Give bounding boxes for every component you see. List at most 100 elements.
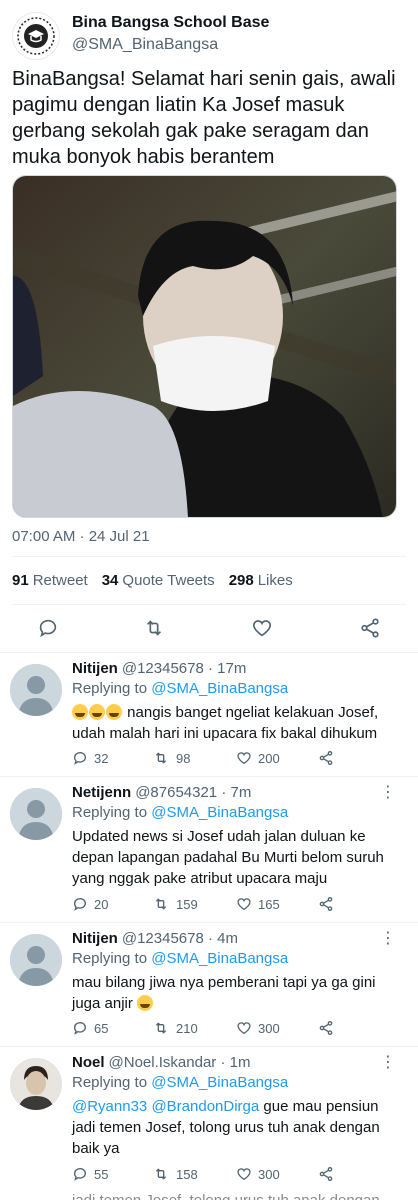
tweet-stats: 91 Retweet 34 Quote Tweets 298 Likes: [12, 572, 293, 589]
more-icon[interactable]: ⋮: [380, 782, 396, 802]
reply-share-button[interactable]: [318, 1166, 334, 1182]
reply-icon: [73, 1168, 86, 1181]
author-handle[interactable]: @SMA_BinaBangsa: [72, 36, 218, 54]
reply-icon: [73, 1022, 86, 1035]
reply-actions: 32 98 200: [72, 750, 352, 770]
reply-share-button[interactable]: [318, 1020, 334, 1036]
reply-share-button[interactable]: [318, 896, 334, 912]
reply-author-name[interactable]: Nitijen: [72, 660, 118, 677]
mention-link[interactable]: @Ryann33: [72, 1098, 147, 1115]
avatar[interactable]: [10, 1058, 62, 1110]
tweet-actions: [0, 614, 418, 644]
reply-body: mau bilang jiwa nya pemberani tapi ya ga…: [72, 972, 392, 1014]
reply-time: · 7m: [221, 784, 252, 801]
reply-time: · 4m: [207, 930, 238, 947]
reply-retweet-button[interactable]: 98: [152, 750, 190, 766]
replying-to-link[interactable]: @SMA_BinaBangsa: [151, 804, 288, 821]
reply-reply-button[interactable]: 65: [72, 1020, 108, 1036]
reply-like-button[interactable]: 300: [236, 1166, 280, 1182]
retweet-icon: [155, 1022, 167, 1034]
reply-icon: [73, 898, 86, 911]
tweet-body: BinaBangsa! Selamat hari senin gais, awa…: [12, 68, 396, 168]
reply-retweet-button[interactable]: 158: [152, 1166, 198, 1182]
author-name[interactable]: Bina Bangsa School Base: [72, 14, 269, 32]
reply-reply-button[interactable]: 20: [72, 896, 108, 912]
reply-icon[interactable]: [34, 614, 62, 642]
retweet-icon[interactable]: [140, 614, 168, 642]
like-icon[interactable]: [248, 614, 276, 642]
reply-item[interactable]: Nitijen @12345678 · 17m Replying to @SMA_…: [0, 652, 418, 776]
default-avatar-icon[interactable]: [10, 664, 62, 716]
share-icon[interactable]: [356, 614, 384, 642]
retweet-count[interactable]: 91 Retweet: [12, 572, 88, 589]
reply-time: · 17m: [207, 660, 247, 677]
reply-item[interactable]: ⋮ Netijenn @87654321 · 7m Replying to @SM…: [0, 776, 418, 922]
like-count: 300: [258, 1166, 280, 1182]
reply-like-button[interactable]: 200: [236, 750, 280, 766]
crying-emoji-icon: [137, 995, 154, 1011]
reply-author-name[interactable]: Noel: [72, 1054, 105, 1071]
reply-count: 65: [94, 1020, 109, 1036]
reply-author-handle[interactable]: @12345678: [122, 930, 204, 947]
reply-author-handle[interactable]: @87654321: [135, 784, 217, 801]
retweet-icon: [155, 752, 167, 764]
reply-reply-button[interactable]: 32: [72, 750, 108, 766]
like-icon: [237, 898, 251, 911]
reply-reply-button[interactable]: 55: [72, 1166, 108, 1182]
replying-to-link[interactable]: @SMA_BinaBangsa: [151, 680, 288, 697]
replying-label: Replying to: [72, 680, 148, 697]
tweet-timestamp[interactable]: 07:00 AM · 24 Jul 21: [12, 528, 150, 545]
replying-to: Replying to @SMA_BinaBangsa: [72, 950, 288, 967]
reply-retweet-button[interactable]: 210: [152, 1020, 198, 1036]
retweet-count: 210: [176, 1020, 198, 1036]
replying-label: Replying to: [72, 950, 148, 967]
reply-count: 55: [94, 1166, 109, 1182]
reply-author-name[interactable]: Netijenn: [72, 784, 131, 801]
reply-meta: Nitijen @12345678 · 17m: [72, 660, 246, 677]
replying-to: Replying to @SMA_BinaBangsa: [72, 804, 288, 821]
retweet-count: 158: [176, 1166, 198, 1182]
retweet-icon: [155, 898, 167, 910]
reply-author-handle[interactable]: @Noel.Iskandar: [109, 1054, 217, 1071]
crying-emoji-icon: [89, 704, 105, 720]
reply-author-handle[interactable]: @12345678: [122, 660, 204, 677]
school-logo-icon[interactable]: [12, 12, 60, 60]
reply-like-button[interactable]: 300: [236, 1020, 280, 1036]
like-count: 200: [258, 750, 280, 766]
replying-to-link[interactable]: @SMA_BinaBangsa: [151, 950, 288, 967]
tweet-photo[interactable]: [12, 175, 397, 518]
reply-item[interactable]: ⋮ Nitijen @12345678 · 4m Replying to @SMA…: [0, 922, 418, 1046]
more-icon[interactable]: ⋮: [380, 1052, 396, 1072]
mention-link[interactable]: @BrandonDirga: [151, 1098, 259, 1115]
more-icon[interactable]: ⋮: [380, 928, 396, 948]
like-count: 165: [258, 896, 280, 912]
reply-item[interactable]: ⋮ Noel @Noel.Iskandar · 1m Replying to @S…: [0, 1046, 418, 1192]
reply-icon: [73, 752, 86, 765]
retweet-icon: [155, 1168, 167, 1180]
share-icon: [319, 897, 333, 911]
reply-text: mau bilang jiwa nya pemberani tapi ya ga…: [72, 974, 376, 1012]
cut-off-text: jadi temen Josef, tolong urus tuh anak d…: [72, 1192, 380, 1200]
replying-to: Replying to @SMA_BinaBangsa: [72, 680, 288, 697]
divider: [12, 604, 406, 605]
replying-to-link[interactable]: @SMA_BinaBangsa: [151, 1074, 288, 1091]
default-avatar-icon[interactable]: [10, 788, 62, 840]
replying-to: Replying to @SMA_BinaBangsa: [72, 1074, 288, 1091]
quote-count[interactable]: 34 Quote Tweets: [102, 572, 215, 589]
like-count[interactable]: 298 Likes: [229, 572, 293, 589]
retweet-count: 159: [176, 896, 198, 912]
reply-meta: Netijenn @87654321 · 7m: [72, 784, 251, 801]
reply-like-button[interactable]: 165: [236, 896, 280, 912]
reply-body: nangis banget ngeliat kelakuan Josef, ud…: [72, 702, 392, 744]
reply-retweet-button[interactable]: 159: [152, 896, 198, 912]
crying-emoji-icon: [72, 704, 88, 720]
reply-count: 32: [94, 750, 109, 766]
tweet-header: Bina Bangsa School Base @SMA_BinaBangsa: [12, 10, 406, 60]
reply-author-name[interactable]: Nitijen: [72, 930, 118, 947]
reply-actions: 55 158 300: [72, 1166, 352, 1186]
reply-text: Updated news si Josef udah jalan duluan …: [72, 828, 384, 887]
crying-emoji-icon: [106, 704, 122, 720]
reply-share-button[interactable]: [318, 750, 334, 766]
reply-meta: Noel @Noel.Iskandar · 1m: [72, 1054, 250, 1071]
default-avatar-icon[interactable]: [10, 934, 62, 986]
